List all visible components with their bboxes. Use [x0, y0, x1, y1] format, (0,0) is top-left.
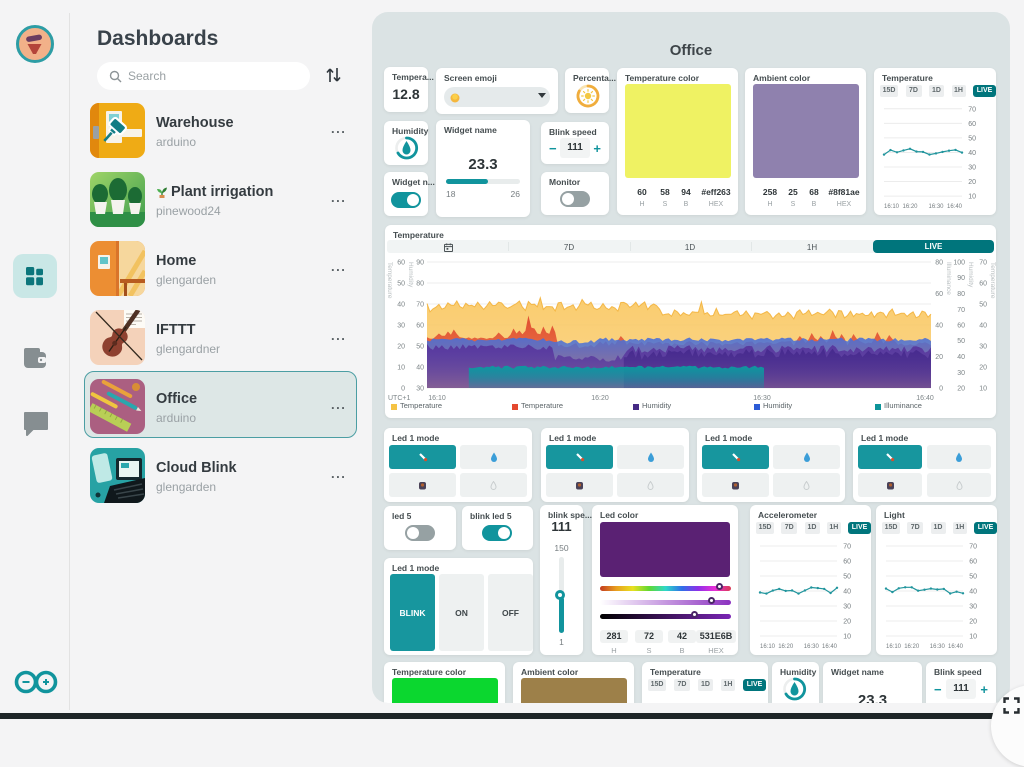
svg-text:40: 40 — [935, 323, 943, 330]
svg-text:Illuminance: Illuminance — [945, 262, 952, 295]
svg-text:80: 80 — [957, 291, 965, 298]
svg-text:60: 60 — [397, 260, 405, 267]
svg-text:16:10: 16:10 — [886, 644, 902, 650]
svg-text:16:20: 16:20 — [778, 644, 794, 650]
svg-text:80: 80 — [935, 260, 943, 267]
svg-text:20: 20 — [397, 344, 405, 351]
svg-text:30: 30 — [969, 604, 977, 611]
svg-text:40: 40 — [843, 589, 851, 596]
svg-text:Humidity: Humidity — [407, 262, 414, 288]
svg-text:50: 50 — [397, 281, 405, 288]
svg-text:60: 60 — [979, 281, 987, 288]
svg-text:50: 50 — [416, 344, 424, 351]
svg-text:60: 60 — [843, 559, 851, 566]
svg-text:16:40: 16:40 — [822, 644, 838, 650]
svg-text:20: 20 — [843, 619, 851, 626]
svg-text:20: 20 — [979, 365, 987, 372]
svg-text:20: 20 — [968, 179, 976, 186]
svg-text:Temperature: Temperature — [386, 262, 393, 299]
svg-text:50: 50 — [968, 135, 976, 142]
svg-text:10: 10 — [979, 386, 987, 393]
svg-text:60: 60 — [957, 323, 965, 330]
svg-text:70: 70 — [957, 307, 965, 314]
svg-text:0: 0 — [939, 386, 943, 393]
svg-text:50: 50 — [957, 338, 965, 345]
svg-text:16:40: 16:40 — [947, 204, 963, 210]
svg-text:20: 20 — [935, 354, 943, 361]
svg-text:60: 60 — [935, 291, 943, 298]
svg-text:16:10: 16:10 — [884, 204, 900, 210]
svg-text:60: 60 — [969, 559, 977, 566]
svg-text:90: 90 — [957, 275, 965, 282]
svg-text:30: 30 — [843, 604, 851, 611]
svg-text:0: 0 — [401, 386, 405, 393]
svg-text:16:30: 16:30 — [930, 644, 946, 650]
svg-text:10: 10 — [397, 365, 405, 372]
svg-text:100: 100 — [953, 260, 965, 267]
svg-text:50: 50 — [969, 574, 977, 581]
svg-text:16:30: 16:30 — [928, 204, 944, 210]
svg-text:50: 50 — [979, 302, 987, 309]
svg-text:Humidity: Humidity — [967, 262, 974, 288]
svg-text:16:10: 16:10 — [760, 644, 776, 650]
svg-text:10: 10 — [843, 634, 851, 641]
svg-text:30: 30 — [968, 165, 976, 172]
svg-text:30: 30 — [397, 323, 405, 330]
svg-text:20: 20 — [969, 619, 977, 626]
svg-text:60: 60 — [968, 121, 976, 128]
svg-text:90: 90 — [416, 260, 424, 267]
svg-text:70: 70 — [969, 544, 977, 551]
svg-text:16:20: 16:20 — [591, 395, 609, 402]
svg-text:70: 70 — [416, 302, 424, 309]
svg-text:40: 40 — [957, 354, 965, 361]
svg-text:30: 30 — [416, 386, 424, 393]
svg-text:40: 40 — [968, 150, 976, 157]
svg-text:10: 10 — [969, 634, 977, 641]
svg-text:60: 60 — [416, 323, 424, 330]
svg-text:16:40: 16:40 — [948, 644, 964, 650]
svg-text:40: 40 — [979, 323, 987, 330]
svg-text:Temperature: Temperature — [989, 262, 996, 299]
svg-text:40: 40 — [969, 589, 977, 596]
svg-text:16:20: 16:20 — [902, 204, 918, 210]
svg-text:30: 30 — [979, 344, 987, 351]
svg-text:20: 20 — [957, 386, 965, 393]
svg-text:70: 70 — [843, 544, 851, 551]
svg-text:70: 70 — [979, 260, 987, 267]
svg-text:10: 10 — [968, 194, 976, 201]
svg-text:40: 40 — [416, 365, 424, 372]
svg-text:30: 30 — [957, 370, 965, 377]
svg-text:40: 40 — [397, 302, 405, 309]
svg-text:80: 80 — [416, 281, 424, 288]
svg-text:16:20: 16:20 — [904, 644, 920, 650]
svg-text:70: 70 — [968, 106, 976, 113]
svg-text:50: 50 — [843, 574, 851, 581]
svg-text:16:30: 16:30 — [804, 644, 820, 650]
